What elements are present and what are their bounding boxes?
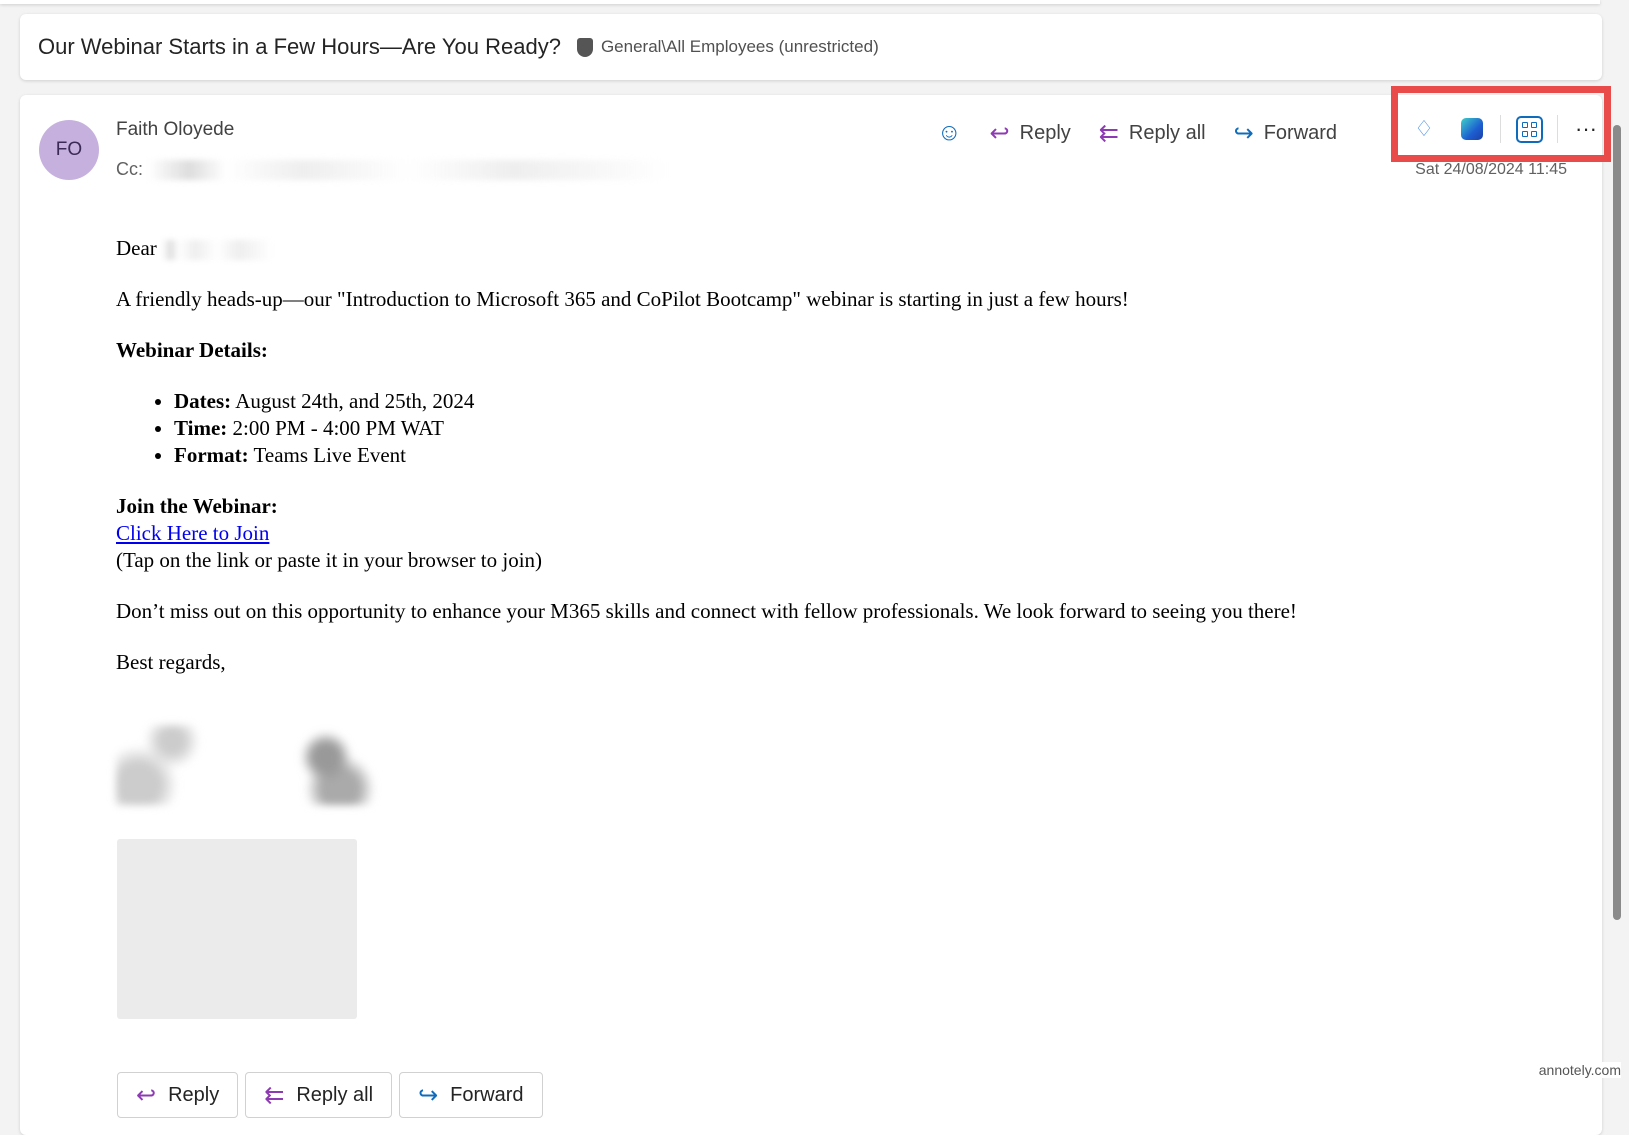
scrollbar[interactable] [1611, 95, 1623, 1120]
message-body: Dear A friendly heads-up—our "Introducti… [116, 235, 1297, 700]
scrollbar-thumb[interactable] [1613, 125, 1621, 920]
reply-all-label: Reply all [1128, 121, 1206, 144]
app-icon [1461, 118, 1483, 140]
apps-button[interactable] [1505, 109, 1553, 149]
shield-icon [576, 37, 593, 57]
cc-line: Cc: [116, 159, 669, 181]
divider [1557, 115, 1558, 143]
detail-key: Dates: [174, 389, 232, 413]
reply-icon: ↩ [136, 1081, 157, 1109]
forward-label: Forward [450, 1083, 524, 1106]
join-note: (Tap on the link or paste it in your bro… [116, 548, 543, 572]
intro-paragraph: A friendly heads-up—our "Introduction to… [116, 287, 1129, 311]
reply-icon: ↩ [989, 119, 1010, 147]
more-actions-button[interactable]: ··· [1562, 109, 1610, 149]
cc-label: Cc: [116, 159, 143, 179]
list-item: Time: 2:00 PM - 4:00 PM WAT [174, 415, 1297, 442]
signature-image-placeholder [117, 839, 357, 1019]
detail-value: 2:00 PM - 4:00 PM WAT [227, 416, 444, 440]
details-list: Dates: August 24th, and 25th, 2024 Time:… [174, 388, 1297, 469]
detail-value: August 24th, and 25th, 2024 [231, 389, 475, 413]
top-bar [0, 0, 1600, 4]
forward-icon: ↪ [1233, 119, 1254, 147]
sender-name[interactable]: Faith Oloyede [116, 119, 234, 141]
detail-value: Teams Live Event [248, 443, 407, 467]
viva-insights-button[interactable]: ♢ [1400, 109, 1448, 149]
recipient-blurred [162, 240, 273, 261]
avatar[interactable]: FO [39, 120, 99, 180]
apps-grid-icon [1515, 115, 1543, 143]
reply-all-icon: ⇇ [264, 1081, 285, 1109]
join-link[interactable]: Click Here to Join [116, 521, 269, 545]
list-item: Dates: August 24th, and 25th, 2024 [174, 388, 1297, 415]
closing-paragraph: Don’t miss out on this opportunity to en… [116, 599, 1297, 623]
detail-key: Time: [174, 416, 228, 440]
join-section: Join the Webinar: Click Here to Join (Tap … [116, 493, 1297, 574]
reply-label: Reply [1019, 121, 1071, 144]
reply-button[interactable]: ↩ Reply [978, 113, 1083, 153]
message-date: Sat 24/08/2024 11:45 [1415, 161, 1567, 178]
email-subject: Our Webinar Starts in a Few Hours—Are Yo… [38, 34, 561, 59]
details-heading-text: Webinar Details: [116, 338, 268, 362]
details-heading: Webinar Details: [116, 337, 1297, 364]
signoff: Best regards, [116, 650, 226, 674]
greeting: Dear [116, 235, 1297, 262]
bottom-forward-button[interactable]: ↪ Forward [399, 1072, 543, 1118]
divider [1500, 115, 1501, 143]
subject-header: Our Webinar Starts in a Few Hours—Are Yo… [20, 14, 1602, 80]
cc-recipients-blurred [148, 160, 669, 181]
reply-label: Reply [168, 1083, 220, 1106]
viva-icon: ♢ [1414, 116, 1434, 141]
join-heading: Join the Webinar: [116, 494, 278, 518]
reply-all-button[interactable]: ⇇ Reply all [1087, 113, 1218, 153]
signature-blurred [116, 725, 396, 805]
addin-toolbar: ♢ ··· [1400, 109, 1610, 149]
bottom-actions: ↩ Reply ⇇ Reply all ↪ Forward [117, 1072, 543, 1118]
message-card: FO Faith Oloyede Cc: ☺ ↩ Reply ⇇ Reply all… [20, 86, 1611, 1135]
greeting-text: Dear [116, 236, 157, 260]
reply-all-icon: ⇇ [1098, 119, 1119, 147]
watermark: annotely.com [1538, 1062, 1621, 1078]
reply-all-label: Reply all [296, 1083, 374, 1106]
smiley-icon: ☺ [937, 119, 962, 146]
list-item: Format: Teams Live Event [174, 442, 1297, 469]
sensitivity-label[interactable]: General\All Employees (unrestricted) [601, 37, 879, 57]
detail-key: Format: [174, 443, 249, 467]
bottom-reply-button[interactable]: ↩ Reply [117, 1072, 239, 1118]
forward-label: Forward [1263, 121, 1338, 144]
message-actions: ☺ ↩ Reply ⇇ Reply all ↪ Forward [925, 113, 1349, 153]
forward-icon: ↪ [418, 1081, 439, 1109]
teams-addin-button[interactable] [1448, 109, 1496, 149]
forward-button[interactable]: ↪ Forward [1222, 113, 1349, 153]
react-button[interactable]: ☺ [925, 113, 974, 153]
bottom-reply-all-button[interactable]: ⇇ Reply all [245, 1072, 393, 1118]
